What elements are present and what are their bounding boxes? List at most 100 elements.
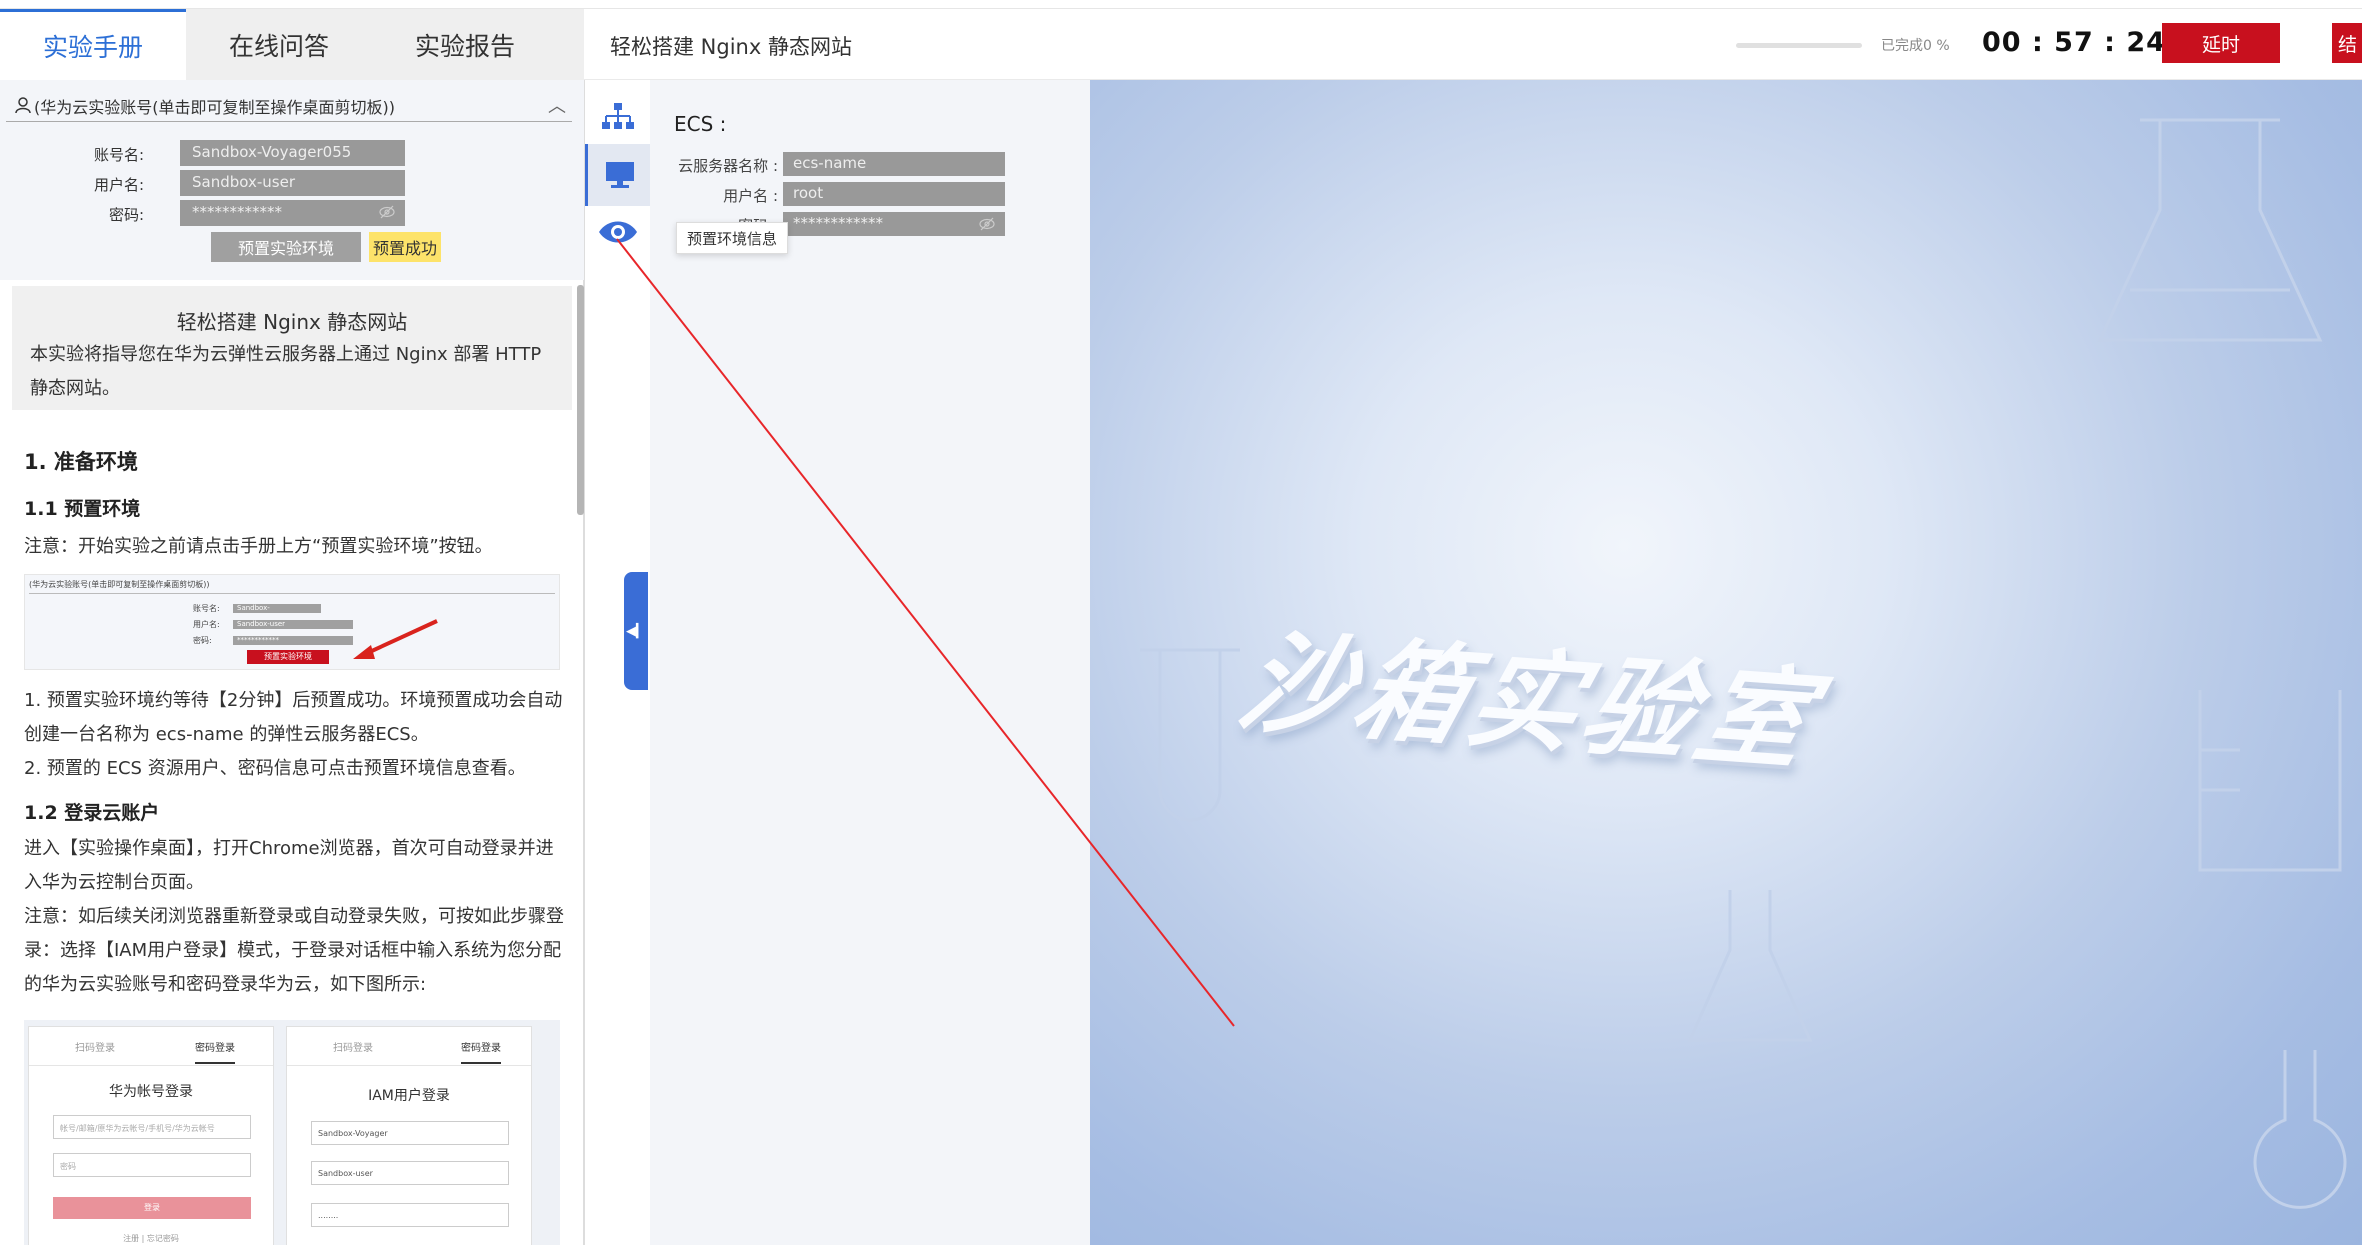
lc-tab-pwd: 密码登录: [195, 1039, 235, 1064]
lc2-title: IAM用户登录: [368, 1088, 450, 1104]
collapse-arrow-icon: ◀▎: [626, 623, 646, 639]
lc-divider: [29, 1065, 273, 1066]
countdown-timer: 00 : 57 : 24: [1982, 27, 2166, 58]
end-lab-button[interactable]: 结: [2332, 23, 2362, 63]
beaker-decoration-icon: [2198, 690, 2342, 872]
lc-input-account: 帐号/邮箱/原华为云帐号/手机号/华为云帐号: [53, 1115, 251, 1139]
thumb-label-user: 用户名:: [193, 620, 220, 629]
preset-status-badge: 预置成功: [369, 232, 441, 262]
lc-tab-qr: 扫码登录: [75, 1043, 115, 1054]
top-edge: [0, 0, 2362, 9]
chevron-up-icon[interactable]: ︿: [548, 92, 566, 118]
password-mask: ************: [192, 203, 282, 221]
account-header-text: (华为云实验账号(单击即可复制至操作桌面剪切板)): [34, 98, 395, 117]
tab-qa[interactable]: 在线问答: [186, 9, 372, 80]
desktop-button[interactable]: [585, 144, 651, 206]
eye-icon: [599, 221, 637, 243]
info-row-username: 用户名 : root: [650, 182, 1090, 206]
env-password-mask: ************: [793, 214, 883, 232]
org-tree-icon: [602, 103, 634, 129]
account-label: 账号名:: [93, 146, 144, 164]
tab-manual[interactable]: 实验手册: [0, 9, 186, 80]
env-info-button[interactable]: [585, 206, 651, 258]
huawei-login-card: 扫码登录 密码登录 华为帐号登录 帐号/邮箱/原华为云帐号/手机号/华为云帐号 …: [28, 1026, 274, 1245]
tab-report[interactable]: 实验报告: [372, 9, 558, 80]
section-heading-1: 1. 准备环境: [24, 450, 138, 474]
lc2-input-user: Sandbox-user: [311, 1161, 509, 1185]
thumb-header: (华为云实验账号(单击即可复制至操作桌面剪切板)): [29, 579, 555, 594]
env-password-value[interactable]: ************: [783, 212, 1005, 236]
eye-off-icon[interactable]: [979, 217, 995, 231]
sandbox-lab-logo: 沙箱实验室: [1226, 619, 1832, 786]
intro-description: 本实验将指导您在华为云弹性云服务器上通过 Nginx 部署 HTTP 静态网站。: [30, 344, 542, 399]
env-info-panel: ECS : 云服务器名称 : ecs-name 用户名 : root 密码 : …: [650, 80, 1090, 1245]
account-value[interactable]: Sandbox-Voyager055: [180, 140, 405, 166]
section-heading-1-2: 1.2 登录云账户: [24, 802, 160, 824]
intro-title: 轻松搭建 Nginx 静态网站: [176, 310, 408, 334]
progress-bar: [1736, 43, 1862, 48]
manual-scrollbar[interactable]: [577, 285, 584, 515]
progress-label: 已完成0 %: [1881, 38, 1950, 54]
account-panel: (华为云实验账号(单击即可复制至操作桌面剪切板)) ︿ 账号名: Sandbox…: [0, 80, 584, 280]
thumb-val-user-text: Sandbox-user: [237, 620, 286, 628]
account-header[interactable]: (华为云实验账号(单击即可复制至操作桌面剪切板)) ︿: [6, 92, 572, 122]
login-screenshot: 扫码登录 密码登录 华为帐号登录 帐号/邮箱/原华为云帐号/手机号/华为云帐号 …: [24, 1020, 560, 1245]
login-text: 进入【实验操作桌面】，打开Chrome浏览器，首次可自动登录并进入华为云控制台页…: [24, 838, 554, 893]
round-flask-decoration-icon: [2253, 1050, 2347, 1209]
intro-box: 轻松搭建 Nginx 静态网站 本实验将指导您在华为云弹性云服务器上通过 Ngi…: [12, 286, 572, 410]
lc-links: 注册 | 忘记密码: [123, 1234, 179, 1243]
username-value[interactable]: root: [783, 182, 1005, 206]
account-row-user: 用户名: Sandbox-user: [0, 170, 584, 196]
flask-decoration-icon: [2097, 118, 2323, 342]
env-info-tooltip: 预置环境信息: [676, 222, 788, 254]
red-arrow-icon: [353, 619, 438, 659]
manual-content[interactable]: 轻松搭建 Nginx 静态网站 本实验将指导您在华为云弹性云服务器上通过 Ngi…: [0, 280, 584, 1245]
delay-button[interactable]: 延时: [2162, 23, 2280, 63]
lc2-tab-qr: 扫码登录: [333, 1043, 373, 1054]
thumb-val-account: Sandbox-: [233, 604, 321, 613]
thumb-val-account-text: Sandbox-: [237, 604, 270, 612]
flask-small-decoration-icon: [1687, 890, 1813, 1042]
password-label: 密码:: [108, 206, 144, 224]
lab-desktop[interactable]: 沙箱实验室: [1090, 80, 2362, 1245]
user-value[interactable]: Sandbox-user: [180, 170, 405, 196]
lab-title: 轻松搭建 Nginx 静态网站: [610, 35, 852, 59]
eye-off-icon[interactable]: [379, 205, 395, 219]
login-note: 注意：如后续关闭浏览器重新登录或自动登录失败，可按如此步骤登录：选择【IAM用户…: [24, 906, 564, 995]
preset-env-button[interactable]: 预置实验环境: [211, 232, 361, 262]
account-row-account: 账号名: Sandbox-Voyager055: [0, 140, 584, 166]
thumb-preset-button: 预置实验环境: [247, 650, 329, 664]
lc2-divider: [287, 1065, 531, 1066]
main-tabs: 实验手册 在线问答 实验报告: [0, 9, 584, 80]
server-name-value[interactable]: ecs-name: [783, 152, 1005, 176]
thumb-label-pwd: 密码:: [193, 636, 212, 645]
password-value[interactable]: ************: [180, 200, 405, 226]
server-name-label: 云服务器名称 :: [678, 157, 778, 175]
collapse-panel-tab[interactable]: ◀▎: [624, 572, 648, 690]
thumb-val-user: Sandbox-user: [233, 620, 353, 629]
section-heading-1-1: 1.1 预置环境: [24, 498, 141, 520]
user-icon: [15, 97, 31, 114]
lc2-tab-pwd: 密码登录: [461, 1039, 501, 1064]
step-1-text: 1. 预置实验环境约等待【2分钟】后预置成功。环境预置成功会自动创建一台名称为 …: [24, 690, 563, 745]
thumb-val-pwd-text: ************: [237, 636, 279, 644]
username-label: 用户名 :: [723, 187, 778, 205]
thumb-label-account: 账号名:: [193, 604, 220, 613]
monitor-icon: [605, 162, 634, 188]
env-info-title: ECS :: [674, 112, 727, 136]
lc-input-pwd: 密码: [53, 1153, 251, 1177]
topology-button[interactable]: [585, 86, 651, 148]
note-preset: 注意：开始实验之前请点击手册上方“预置实验环境”按钮。: [24, 536, 493, 557]
preset-screenshot: (华为云实验账号(单击即可复制至操作桌面剪切板)) 账号名: Sandbox- …: [24, 574, 560, 670]
step-2-text: 2. 预置的 ECS 资源用户、密码信息可点击预置环境信息查看。: [24, 758, 526, 779]
lc-login-button: 登录: [53, 1197, 251, 1219]
thumb-val-pwd: ************: [233, 636, 353, 645]
lc2-input-account: Sandbox-Voyager: [311, 1121, 509, 1145]
top-header: 轻松搭建 Nginx 静态网站 已完成0 % 00 : 57 : 24 延时 结: [584, 9, 2362, 80]
account-row-password: 密码: ************: [0, 200, 584, 226]
lc2-input-pwd: ........: [311, 1203, 509, 1227]
lc-title: 华为帐号登录: [109, 1084, 193, 1100]
iam-login-card: 扫码登录 密码登录 IAM用户登录 Sandbox-Voyager Sandbo…: [286, 1026, 532, 1245]
info-row-server-name: 云服务器名称 : ecs-name: [650, 152, 1090, 176]
user-label: 用户名:: [93, 176, 144, 194]
